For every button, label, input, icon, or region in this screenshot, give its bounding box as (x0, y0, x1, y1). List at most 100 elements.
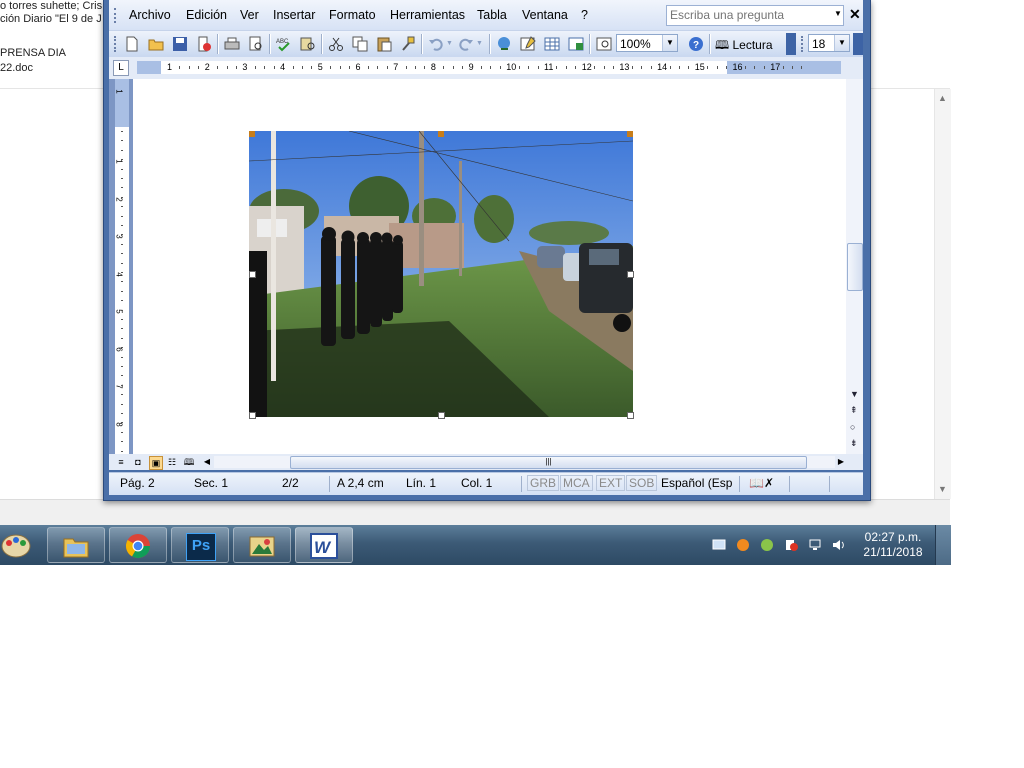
scroll-left-icon[interactable]: ◀ (201, 456, 213, 468)
chevron-down-icon[interactable]: ▼ (662, 35, 677, 51)
zoom-combo[interactable]: 100% ▼ (616, 34, 678, 52)
menu-ver[interactable]: Ver (240, 8, 259, 22)
resize-handle[interactable] (438, 412, 445, 419)
scroll-down-icon[interactable]: ▼ (850, 389, 859, 399)
resize-handle[interactable] (627, 131, 633, 137)
save-icon[interactable] (171, 35, 189, 53)
menu-help[interactable]: ? (581, 8, 588, 22)
redo-icon[interactable] (457, 35, 475, 53)
network-icon[interactable] (808, 538, 822, 551)
toolbar-overflow-button[interactable] (786, 33, 796, 55)
menu-edicion[interactable]: Edición (186, 8, 227, 22)
status-track-changes[interactable]: MCA (560, 475, 593, 491)
status-overtype[interactable]: SOB (626, 475, 658, 491)
open-folder-icon[interactable] (147, 35, 165, 53)
system-clock[interactable]: 02:27 p.m. 21/11/2018 (858, 530, 928, 560)
status-extend[interactable]: EXT (596, 475, 626, 491)
status-language[interactable]: Español (Esp (661, 476, 732, 490)
web-view-icon[interactable]: ◘ (132, 456, 144, 468)
scroll-thumb[interactable] (847, 243, 863, 291)
tables-borders-icon[interactable] (519, 35, 537, 53)
cut-icon[interactable] (327, 35, 345, 53)
help-icon[interactable]: ? (687, 35, 705, 53)
android-icon[interactable] (760, 538, 774, 551)
close-icon[interactable]: ✕ (849, 6, 861, 23)
avast-icon[interactable] (736, 538, 750, 551)
taskbar-explorer-button[interactable] (47, 527, 105, 563)
outline-view-icon[interactable]: ☷ (166, 456, 178, 468)
permission-icon[interactable] (195, 35, 213, 53)
print-icon[interactable] (223, 35, 241, 53)
chevron-down-icon[interactable]: ▼ (834, 9, 842, 18)
resize-handle[interactable] (627, 412, 634, 419)
next-page-icon[interactable]: ⇟ (850, 438, 858, 449)
spelling-status-icon[interactable]: 📖✗ (749, 476, 774, 490)
volume-icon[interactable] (832, 538, 846, 551)
horizontal-scrollbar[interactable]: ||| (214, 456, 835, 469)
resize-handle[interactable] (627, 271, 634, 278)
paste-icon[interactable] (375, 35, 393, 53)
paint-icon[interactable] (0, 529, 32, 561)
previous-page-icon[interactable]: ⇞ (850, 405, 858, 416)
browse-object-icon[interactable]: ○ (850, 422, 855, 432)
reading-view-icon[interactable]: 🕮 (183, 456, 195, 468)
ruler-number: 2 (204, 62, 210, 72)
ruler-tick (386, 66, 388, 69)
menu-archivo[interactable]: Archivo (129, 8, 171, 22)
taskbar-photoshop-button[interactable]: Ps (171, 527, 229, 563)
resize-handle[interactable] (249, 131, 255, 137)
horizontal-ruler[interactable]: 1 2 3 4 5 6 7 8 9 10 11 12 13 14 15 16 17 (137, 61, 841, 74)
menu-ventana[interactable]: Ventana (522, 8, 568, 22)
bg-vertical-scrollbar[interactable]: ▲ ▼ (934, 89, 951, 499)
copy-icon[interactable] (351, 35, 369, 53)
resize-handle[interactable] (438, 131, 444, 137)
ruler-tick (121, 234, 123, 236)
redo-dropdown-icon[interactable]: ▼ (476, 40, 494, 58)
insert-excel-icon[interactable] (567, 35, 585, 53)
menu-insertar[interactable]: Insertar (273, 8, 315, 22)
normal-view-icon[interactable]: ≡ (115, 456, 127, 468)
resize-handle[interactable] (249, 271, 256, 278)
ruler-tick (121, 196, 123, 198)
show-desktop-button[interactable] (935, 525, 951, 565)
font-size-combo[interactable]: 18 ▼ (808, 34, 850, 52)
format-painter-icon[interactable] (399, 35, 417, 53)
scroll-up-icon[interactable]: ▲ (938, 93, 947, 103)
menu-tabla[interactable]: Tabla (477, 8, 507, 22)
resize-handle[interactable] (249, 412, 256, 419)
chevron-down-icon[interactable]: ▼ (834, 35, 849, 51)
insert-table-icon[interactable] (543, 35, 561, 53)
reading-mode-button[interactable]: 🕮 Lectura (715, 36, 773, 57)
taskbar-photo-viewer-button[interactable] (233, 527, 291, 563)
ruler-tick (716, 66, 718, 69)
toolbar-grip[interactable] (801, 36, 806, 52)
vertical-scrollbar[interactable]: ▼ ⇞ ○ ⇟ (846, 79, 863, 454)
toolbar-grip[interactable] (114, 8, 119, 23)
hyperlink-icon[interactable] (495, 35, 513, 53)
scroll-down-icon[interactable]: ▼ (938, 484, 947, 494)
document-map-icon[interactable] (595, 35, 613, 53)
notification-icon[interactable] (712, 538, 726, 551)
ask-question-input[interactable] (667, 6, 826, 23)
spelling-check-icon[interactable]: ABC (275, 35, 293, 53)
new-document-icon[interactable] (123, 35, 141, 53)
taskbar-chrome-button[interactable] (109, 527, 167, 563)
menu-formato[interactable]: Formato (329, 8, 376, 22)
scroll-thumb[interactable]: ||| (290, 456, 807, 469)
vertical-ruler[interactable]: 112345678 (115, 79, 129, 454)
action-center-icon[interactable] (784, 538, 798, 551)
research-icon[interactable] (299, 35, 317, 53)
print-preview-icon[interactable] (247, 35, 265, 53)
inserted-photo[interactable] (249, 131, 633, 417)
toolbar-overflow-button[interactable] (853, 33, 863, 55)
undo-icon[interactable] (427, 35, 445, 53)
menu-herramientas[interactable]: Herramientas (390, 8, 465, 22)
document-page[interactable] (133, 79, 846, 454)
toolbar-grip[interactable] (114, 36, 119, 52)
ask-question-box[interactable] (666, 5, 844, 26)
tab-selector[interactable]: L (113, 60, 129, 76)
print-layout-icon[interactable]: ▣ (149, 456, 163, 470)
scroll-right-icon[interactable]: ▶ (835, 456, 847, 468)
status-record-macro[interactable]: GRB (527, 475, 560, 491)
taskbar-word-button[interactable]: W (295, 527, 353, 563)
